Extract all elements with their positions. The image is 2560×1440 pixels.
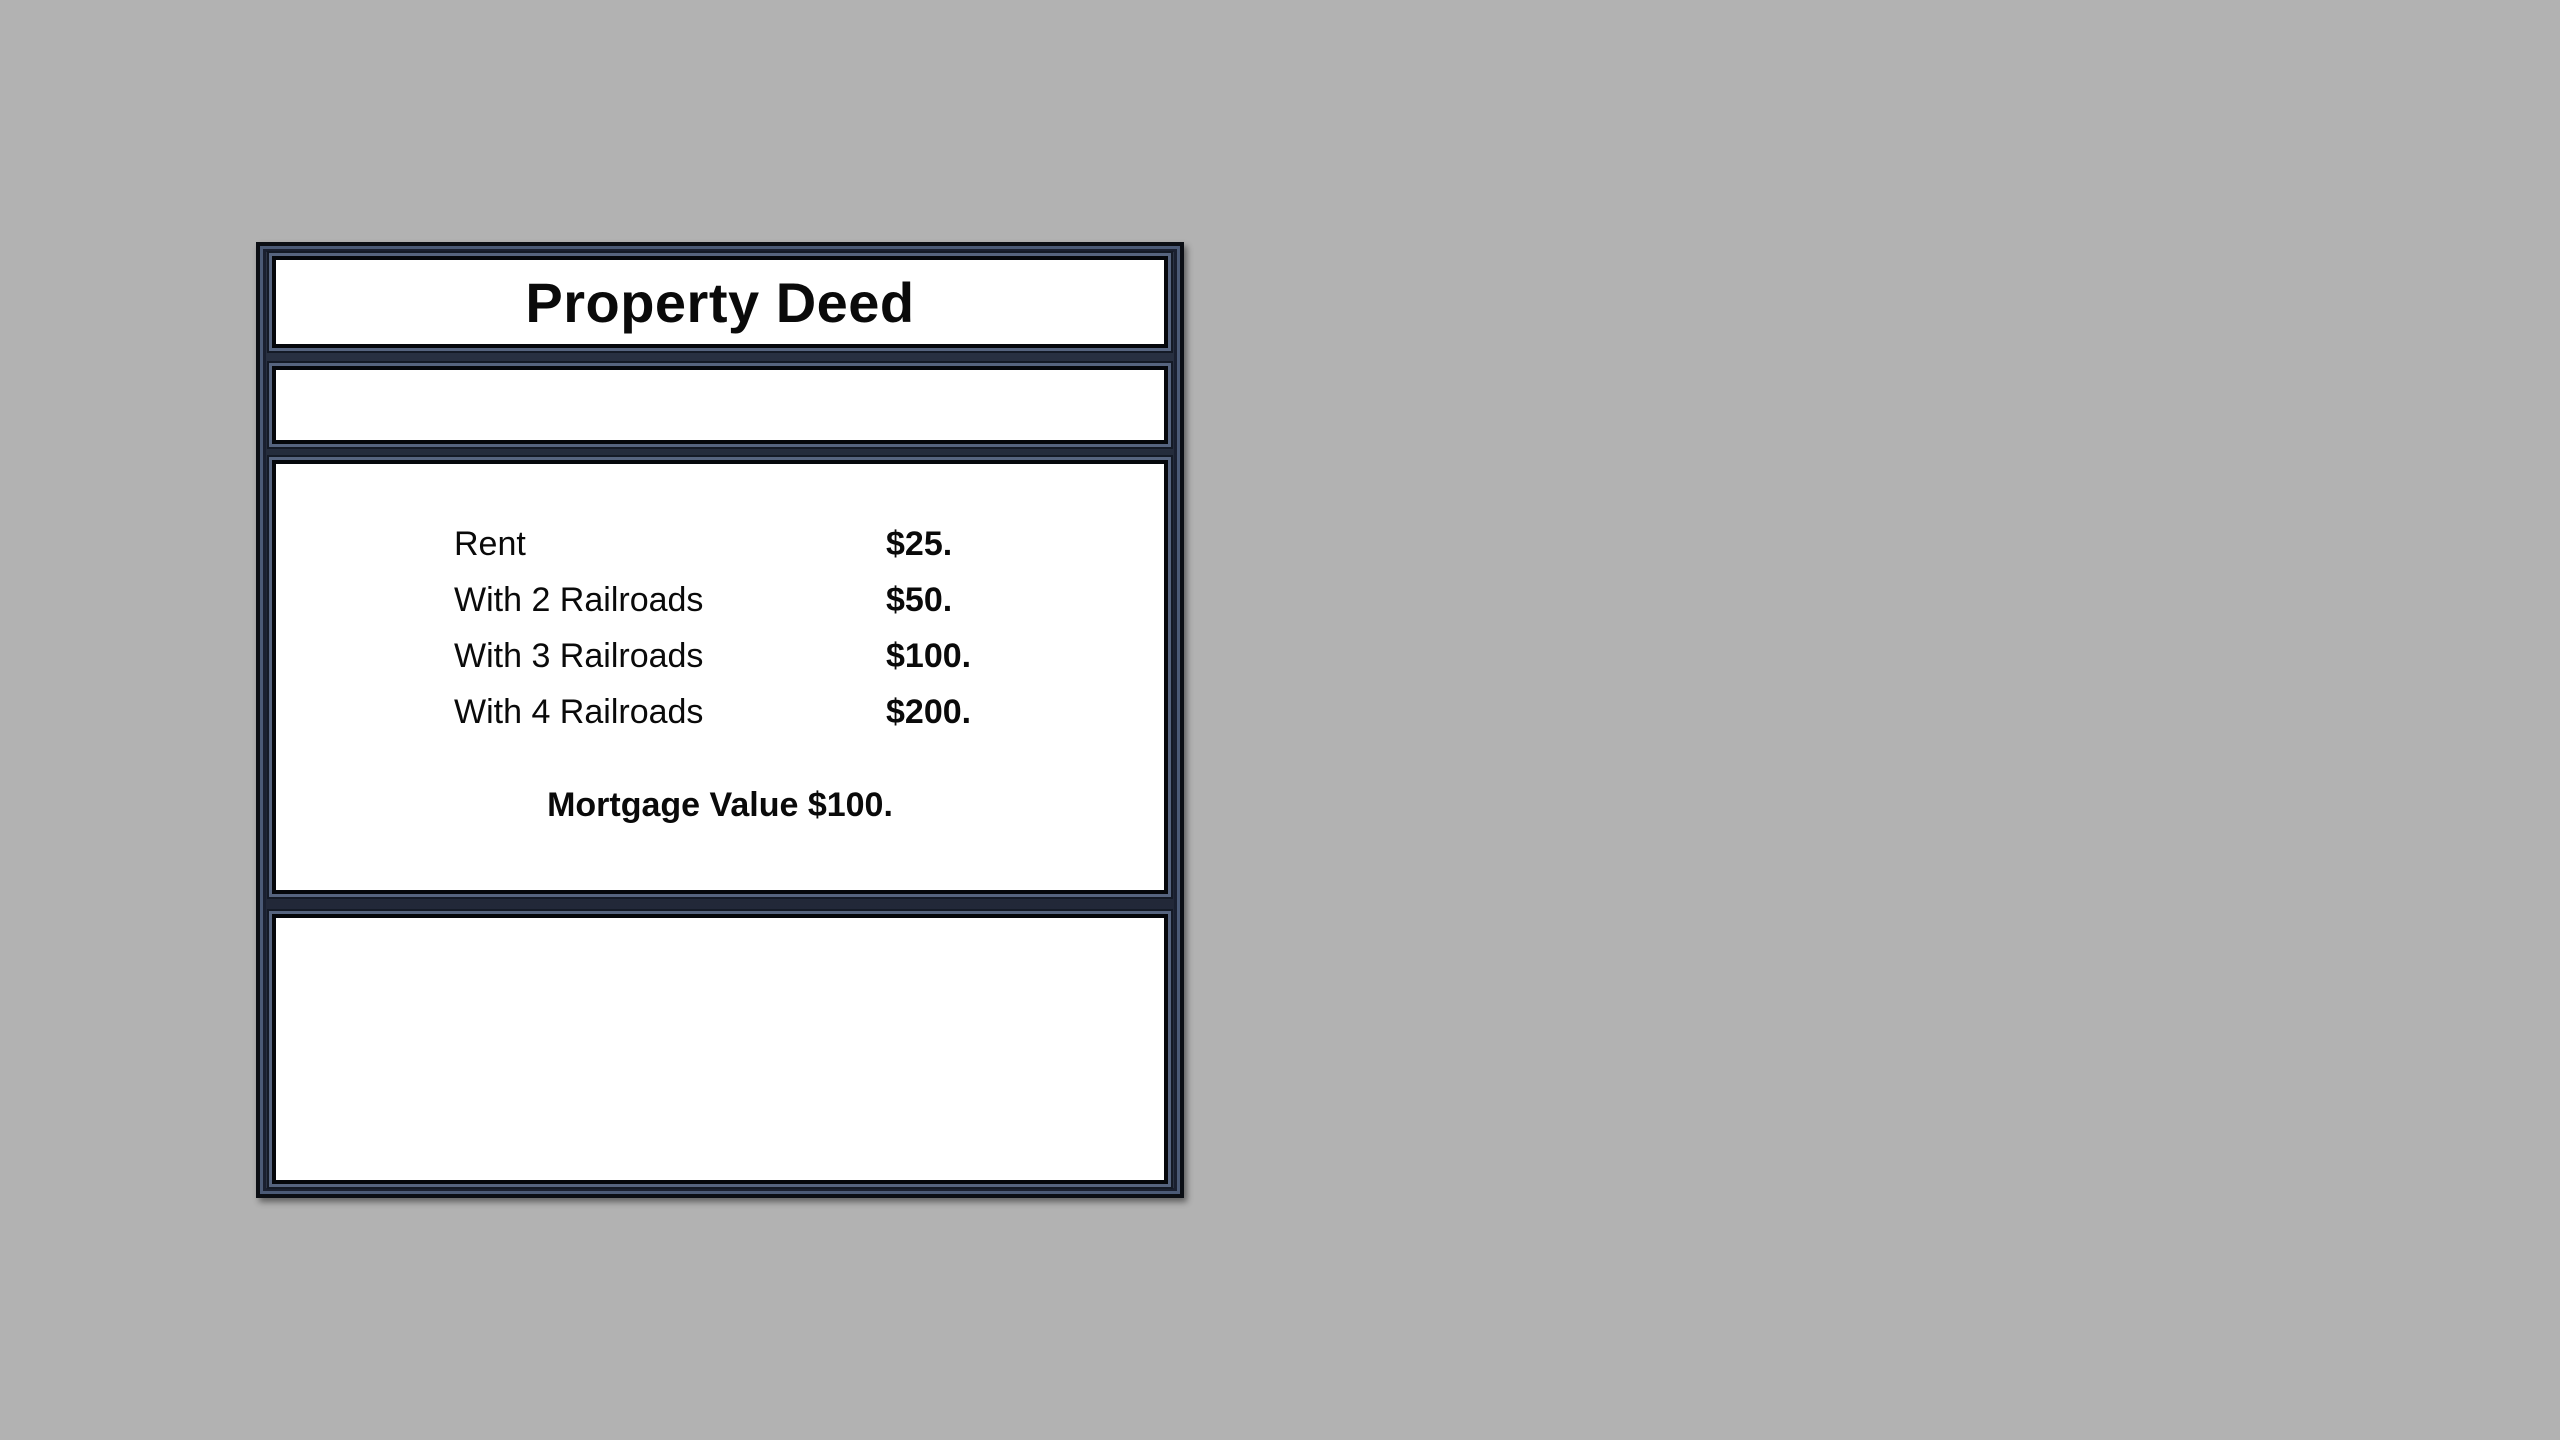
property-deed-card[interactable]: Property Deed Rent $25. With 2 Railroads… xyxy=(256,242,1184,1198)
rent-value: $200. xyxy=(886,693,972,731)
deed-title: Property Deed xyxy=(525,270,915,334)
rent-label: With 2 Railroads xyxy=(454,581,704,619)
rent-row: With 4 Railroads $200. xyxy=(454,684,971,740)
rent-row: Rent $25. xyxy=(454,516,971,572)
rent-table: Rent $25. With 2 Railroads $50. With 3 R… xyxy=(454,516,971,740)
rent-row: With 3 Railroads $100. xyxy=(454,628,971,684)
deed-subtitle-panel xyxy=(272,366,1168,444)
mortgage-value: Mortgage Value $100. xyxy=(547,786,893,824)
rent-value: $100. xyxy=(886,637,972,675)
rent-value: $50. xyxy=(886,581,953,619)
rent-value: $25. xyxy=(886,525,953,563)
rent-label: Rent xyxy=(454,525,526,563)
rent-row: With 2 Railroads $50. xyxy=(454,572,971,628)
deed-footer-panel xyxy=(272,914,1168,1184)
deed-title-panel: Property Deed xyxy=(272,256,1168,348)
rent-label: With 3 Railroads xyxy=(454,637,704,675)
rent-panel: Rent $25. With 2 Railroads $50. With 3 R… xyxy=(272,460,1168,894)
rent-label: With 4 Railroads xyxy=(454,693,704,731)
